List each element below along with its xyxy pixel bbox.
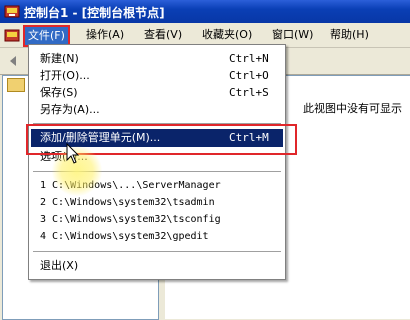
menu-item-label: 打开(O)... (40, 69, 90, 82)
menu-separator (33, 251, 281, 253)
menu-item-shortcut: Ctrl+N (229, 52, 269, 65)
empty-view-message: 此视图中没有可显示 (303, 102, 402, 115)
menu-item-label: 2 C:\Windows\system32\tsadmin (40, 197, 215, 208)
menu-item-label: 3 C:\Windows\system32\tsconfig (40, 214, 221, 225)
menu-item-label: 退出(X) (40, 259, 79, 272)
menu-favorites[interactable]: 收藏夹(O) (202, 27, 252, 43)
menu-item-shortcut: Ctrl+S (229, 86, 269, 99)
mmc-app-icon (4, 5, 20, 18)
title-bar: 控制台1 - [控制台根节点] (0, 0, 410, 23)
menu-window[interactable]: 窗口(W) (272, 27, 313, 43)
menu-item-label: 保存(S) (40, 86, 78, 99)
menu-item-label: 4 C:\Windows\system32\gpedit (40, 231, 209, 242)
menu-item-recent-2[interactable]: 2 C:\Windows\system32\tsadmin (31, 194, 283, 212)
menu-item-label: 新建(N) (40, 52, 79, 65)
menu-item-recent-4[interactable]: 4 C:\Windows\system32\gpedit (31, 228, 283, 246)
menu-item-recent-3[interactable]: 3 C:\Windows\system32\tsconfig (31, 211, 283, 229)
menu-help[interactable]: 帮助(H) (330, 27, 369, 43)
menu-action[interactable]: 操作(A) (86, 27, 124, 43)
system-menu-icon[interactable] (4, 27, 20, 43)
menu-item-shortcut: Ctrl+O (229, 69, 269, 82)
menu-view[interactable]: 查看(V) (144, 27, 182, 43)
menu-item-new[interactable]: 新建(N) Ctrl+N (31, 50, 283, 68)
menu-item-exit[interactable]: 退出(X) (31, 257, 283, 275)
menu-item-open[interactable]: 打开(O)... Ctrl+O (31, 67, 283, 85)
menu-item-save[interactable]: 保存(S) Ctrl+S (31, 84, 283, 102)
folder-icon (7, 78, 25, 92)
window-title: 控制台1 - [控制台根节点] (24, 6, 165, 20)
menu-item-label: 另存为(A)... (40, 103, 100, 116)
mouse-pointer-icon (66, 143, 80, 164)
back-arrow-icon[interactable] (6, 53, 22, 69)
menu-item-save-as[interactable]: 另存为(A)... (31, 101, 283, 119)
